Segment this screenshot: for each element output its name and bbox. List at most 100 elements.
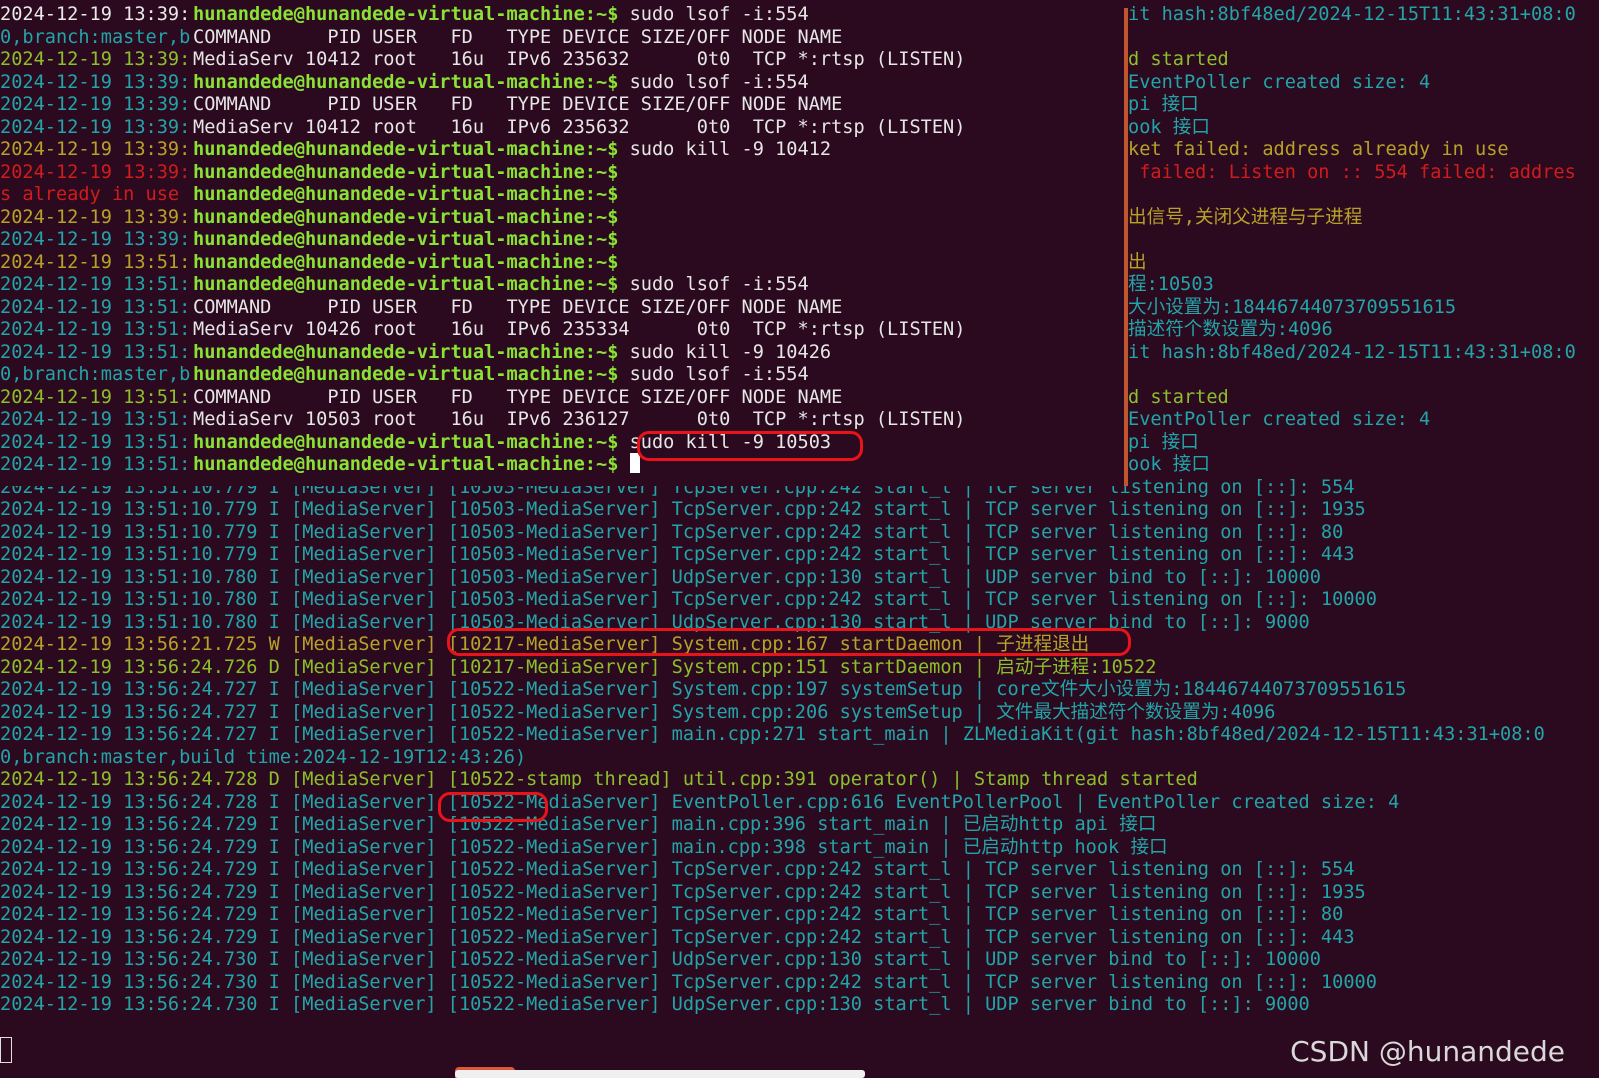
log-line: 2024-12-19 13:56:24.729 I [MediaServer] … — [0, 836, 1168, 858]
line-timestamp: 2024-12-19 13:51: — [0, 319, 191, 340]
line-timestamp: 2024-12-19 13:51: — [0, 274, 191, 295]
log-fragment: it hash:8bf48ed/2024-12-15T11:43:31+08:0 — [1128, 4, 1576, 25]
line-content: MediaServ 10503 root 16u IPv6 236127 0t0… — [193, 408, 965, 431]
log-fragment: d started — [1128, 49, 1229, 70]
log-fragment: d started — [1128, 386, 1229, 408]
log-fragment: 大小设置为:18446744073709551615 — [1128, 296, 1457, 318]
command-output: MediaServ 10426 root 16u IPv6 235334 0t0… — [193, 319, 966, 340]
watermark: CSDN @hunandede — [1290, 1035, 1565, 1068]
line-timestamp: 0,branch:master,b — [0, 26, 191, 48]
line-timestamp: 0,branch:master,b — [0, 364, 191, 385]
command-output: MediaServ 10412 root 16u IPv6 235632 0t0… — [193, 49, 966, 70]
log-line: 2024-12-19 13:56:24.729 I [MediaServer] … — [0, 904, 1344, 925]
line-content: hunandede@hunandede-virtual-machine:~$ s… — [193, 341, 831, 364]
shell-prompt: hunandede@hunandede-virtual-machine:~$ — [193, 139, 619, 160]
log-line: 0,branch:master,build time:2024-12-19T12… — [0, 746, 527, 768]
log-line: 2024-12-19 13:56:24.728 I [MediaServer] … — [0, 791, 1400, 813]
log-fragment: 描述符个数设置为:4096 — [1128, 319, 1333, 340]
shell-prompt: hunandede@hunandede-virtual-machine:~$ — [193, 431, 619, 453]
shell-prompt: hunandede@hunandede-virtual-machine:~$ — [193, 184, 619, 205]
log-line: 2024-12-19 13:56:24.730 I [MediaServer] … — [0, 971, 1377, 993]
line-timestamp: 2024-12-19 13:51: — [0, 251, 191, 273]
line-content: hunandede@hunandede-virtual-machine:~$ — [193, 206, 618, 229]
line-timestamp: 2024-12-19 13:39: — [0, 116, 191, 138]
log-line: 2024-12-19 13:56:24.727 I [MediaServer] … — [0, 724, 1545, 745]
command-text: sudo kill -9 10412 — [618, 139, 832, 160]
text-cursor[interactable] — [629, 453, 640, 473]
line-content: MediaServ 10412 root 16u IPv6 235632 0t0… — [193, 116, 965, 139]
log-line: 2024-12-19 13:56:24.729 I [MediaServer] … — [0, 859, 1355, 880]
foreground-terminal-pane[interactable]: 2024-12-19 13:39: hunandede@hunandede-vir… — [0, 0, 1124, 486]
command-output: COMMAND PID USER FD TYPE DEVICE SIZE/OFF… — [193, 296, 843, 318]
log-fragment: pi 接口 — [1128, 94, 1199, 115]
log-line: 2024-12-19 13:56:24.727 I [MediaServer] … — [0, 679, 1407, 700]
line-content: hunandede@hunandede-virtual-machine:~$ s… — [193, 138, 831, 161]
taskbar-window-preview[interactable] — [455, 1070, 865, 1078]
line-content: hunandede@hunandede-virtual-machine:~$ — [193, 161, 618, 184]
line-timestamp: 2024-12-19 13:51: — [0, 296, 191, 318]
line-content: COMMAND PID USER FD TYPE DEVICE SIZE/OFF… — [193, 386, 842, 409]
log-line: 2024-12-19 13:56:24.728 D [MediaServer] … — [0, 769, 1198, 790]
shell-prompt: hunandede@hunandede-virtual-machine:~$ — [193, 71, 619, 93]
line-timestamp: 2024-12-19 13:51: — [0, 386, 191, 408]
line-content: hunandede@hunandede-virtual-machine:~$ s… — [193, 71, 809, 94]
line-timestamp: 2024-12-19 13:39: — [0, 229, 191, 250]
child-exit-highlight — [447, 628, 1131, 656]
line-content: COMMAND PID USER FD TYPE DEVICE SIZE/OFF… — [193, 93, 842, 116]
line-timestamp: 2024-12-19 13:39: — [0, 94, 191, 115]
line-timestamp: 2024-12-19 13:39: — [0, 161, 191, 183]
log-fragment: ket failed: address already in use — [1128, 139, 1509, 160]
log-line: 2024-12-19 13:56:24.729 I [MediaServer] … — [0, 814, 1157, 835]
shell-prompt: hunandede@hunandede-virtual-machine:~$ — [193, 251, 619, 273]
new-pid-highlight — [438, 792, 548, 822]
shell-prompt: hunandede@hunandede-virtual-machine:~$ — [193, 274, 619, 295]
line-content: hunandede@hunandede-virtual-machine:~$ — [193, 183, 618, 206]
line-content: COMMAND PID USER FD TYPE DEVICE SIZE/OFF… — [193, 26, 842, 49]
command-output: MediaServ 10412 root 16u IPv6 235632 0t0… — [193, 116, 966, 138]
log-line: 2024-12-19 13:51:10.779 I [MediaServer] … — [0, 521, 1344, 543]
line-timestamp: 2024-12-19 13:39: — [0, 4, 191, 25]
line-content: hunandede@hunandede-virtual-machine:~$ — [193, 453, 640, 476]
line-timestamp: 2024-12-19 13:39: — [0, 206, 191, 228]
log-line: 2024-12-19 13:51:10.779 I [MediaServer] … — [0, 499, 1366, 520]
line-timestamp: 2024-12-19 13:51: — [0, 454, 191, 475]
line-content: hunandede@hunandede-virtual-machine:~$ s… — [193, 363, 809, 386]
shell-prompt: hunandede@hunandede-virtual-machine:~$ — [193, 4, 619, 25]
command-text: sudo lsof -i:554 — [618, 274, 809, 295]
command-text — [618, 454, 629, 475]
log-fragment: EventPoller created size: 4 — [1128, 409, 1431, 430]
command-output: COMMAND PID USER FD TYPE DEVICE SIZE/OFF… — [193, 94, 843, 115]
line-content: MediaServ 10426 root 16u IPv6 235334 0t0… — [193, 318, 965, 341]
line-content: hunandede@hunandede-virtual-machine:~$ — [193, 251, 618, 274]
line-content: MediaServ 10412 root 16u IPv6 235632 0t0… — [193, 48, 965, 71]
line-timestamp: 2024-12-19 13:51: — [0, 341, 191, 363]
line-timestamp: 2024-12-19 13:51: — [0, 409, 191, 430]
command-output: MediaServ 10503 root 16u IPv6 236127 0t0… — [193, 409, 966, 430]
line-content: hunandede@hunandede-virtual-machine:~$ s… — [193, 273, 809, 296]
log-line: 2024-12-19 13:51:10.780 I [MediaServer] … — [0, 566, 1321, 588]
line-content: hunandede@hunandede-virtual-machine:~$ — [193, 228, 618, 251]
shell-prompt: hunandede@hunandede-virtual-machine:~$ — [193, 454, 619, 475]
line-timestamp: 2024-12-19 13:39: — [0, 49, 191, 70]
command-text: sudo lsof -i:554 — [618, 364, 809, 385]
log-fragment: it hash:8bf48ed/2024-12-15T11:43:31+08:0 — [1128, 341, 1576, 363]
line-timestamp: 2024-12-19 13:39: — [0, 71, 191, 93]
line-timestamp: 2024-12-19 13:51: — [0, 431, 191, 453]
log-fragment: ook 接口 — [1128, 116, 1210, 138]
log-line: 2024-12-19 13:56:24.729 I [MediaServer] … — [0, 881, 1366, 903]
log-line: 2024-12-19 13:56:24.729 I [MediaServer] … — [0, 926, 1355, 948]
bottom-cursor-icon — [0, 1037, 12, 1063]
shell-prompt: hunandede@hunandede-virtual-machine:~$ — [193, 229, 619, 250]
kill-command-highlight — [637, 431, 863, 461]
line-content: hunandede@hunandede-virtual-machine:~$ s… — [193, 3, 809, 26]
line-timestamp: s already in use — [0, 184, 191, 205]
command-text: sudo lsof -i:554 — [618, 71, 809, 93]
log-fragment: pi 接口 — [1128, 431, 1199, 453]
line-content: COMMAND PID USER FD TYPE DEVICE SIZE/OFF… — [193, 296, 842, 319]
log-fragment: EventPoller created size: 4 — [1128, 71, 1431, 93]
command-output: COMMAND PID USER FD TYPE DEVICE SIZE/OFF… — [193, 386, 843, 408]
command-output: COMMAND PID USER FD TYPE DEVICE SIZE/OFF… — [193, 26, 843, 48]
log-line: 2024-12-19 13:56:24.730 I [MediaServer] … — [0, 949, 1321, 970]
log-fragment: ook 接口 — [1128, 454, 1210, 475]
log-fragment: 程:10503 — [1128, 274, 1214, 295]
